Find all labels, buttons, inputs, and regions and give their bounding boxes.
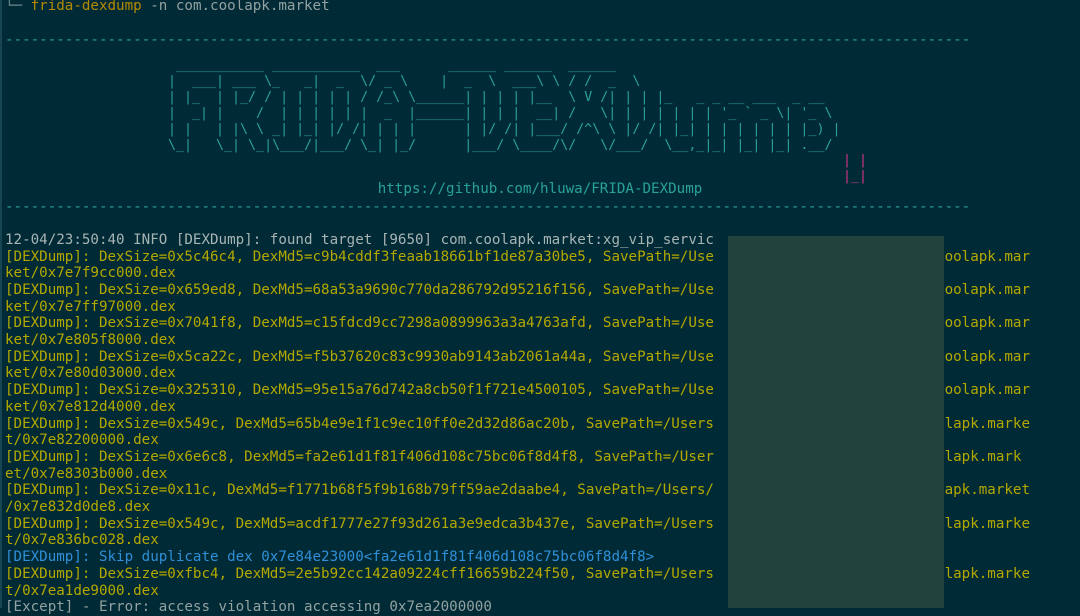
log-info-line: 12-04/23:50:40 INFO [DEXDump]: found tar… bbox=[5, 232, 714, 248]
prompt-glyph: └─ bbox=[5, 0, 23, 14]
log-line: t/0x7e836bc028.dex bbox=[5, 532, 159, 549]
command-program: frida-dexdump bbox=[30, 0, 142, 14]
redaction-block bbox=[728, 236, 944, 608]
log-line: ket/0x7e7f9cc000.dex bbox=[5, 265, 176, 282]
log-line: ket/0x7e80d03000.dex bbox=[5, 365, 176, 382]
log-line: /0x7e832d0de8.dex bbox=[5, 499, 151, 515]
separator-top: ----------------------------------------… bbox=[5, 32, 971, 48]
log-line: t/0x7ea1de9000.dex bbox=[5, 582, 159, 599]
log-line: et/0x7e8303b000.dex bbox=[5, 465, 168, 482]
banner-ascii-art: ___________ ___________ ___ ______ _____… bbox=[168, 58, 841, 153]
log-line: ket/0x7e805f8000.dex bbox=[5, 332, 176, 348]
log-line: ket/0x7e812d4000.dex bbox=[5, 398, 176, 415]
command-line: └─ frida-dexdump -n com.coolapk.market bbox=[5, 0, 330, 15]
log-line: t/0x7e82200000.dex bbox=[5, 432, 159, 449]
banner-url[interactable]: https://github.com/hluwa/FRIDA-DEXDump bbox=[0, 181, 1080, 198]
separator-bottom: ----------------------------------------… bbox=[5, 199, 971, 215]
log-line: ket/0x7e7ff97000.dex bbox=[5, 298, 176, 315]
log-skip-line: [DEXDump]: Skip duplicate dex 0x7e84e230… bbox=[5, 549, 655, 566]
terminal-left-edge bbox=[0, 0, 2, 608]
command-args: -n com.coolapk.market bbox=[150, 0, 330, 14]
terminal-window[interactable]: └─ frida-dexdump -n com.coolapk.market -… bbox=[0, 0, 1080, 615]
